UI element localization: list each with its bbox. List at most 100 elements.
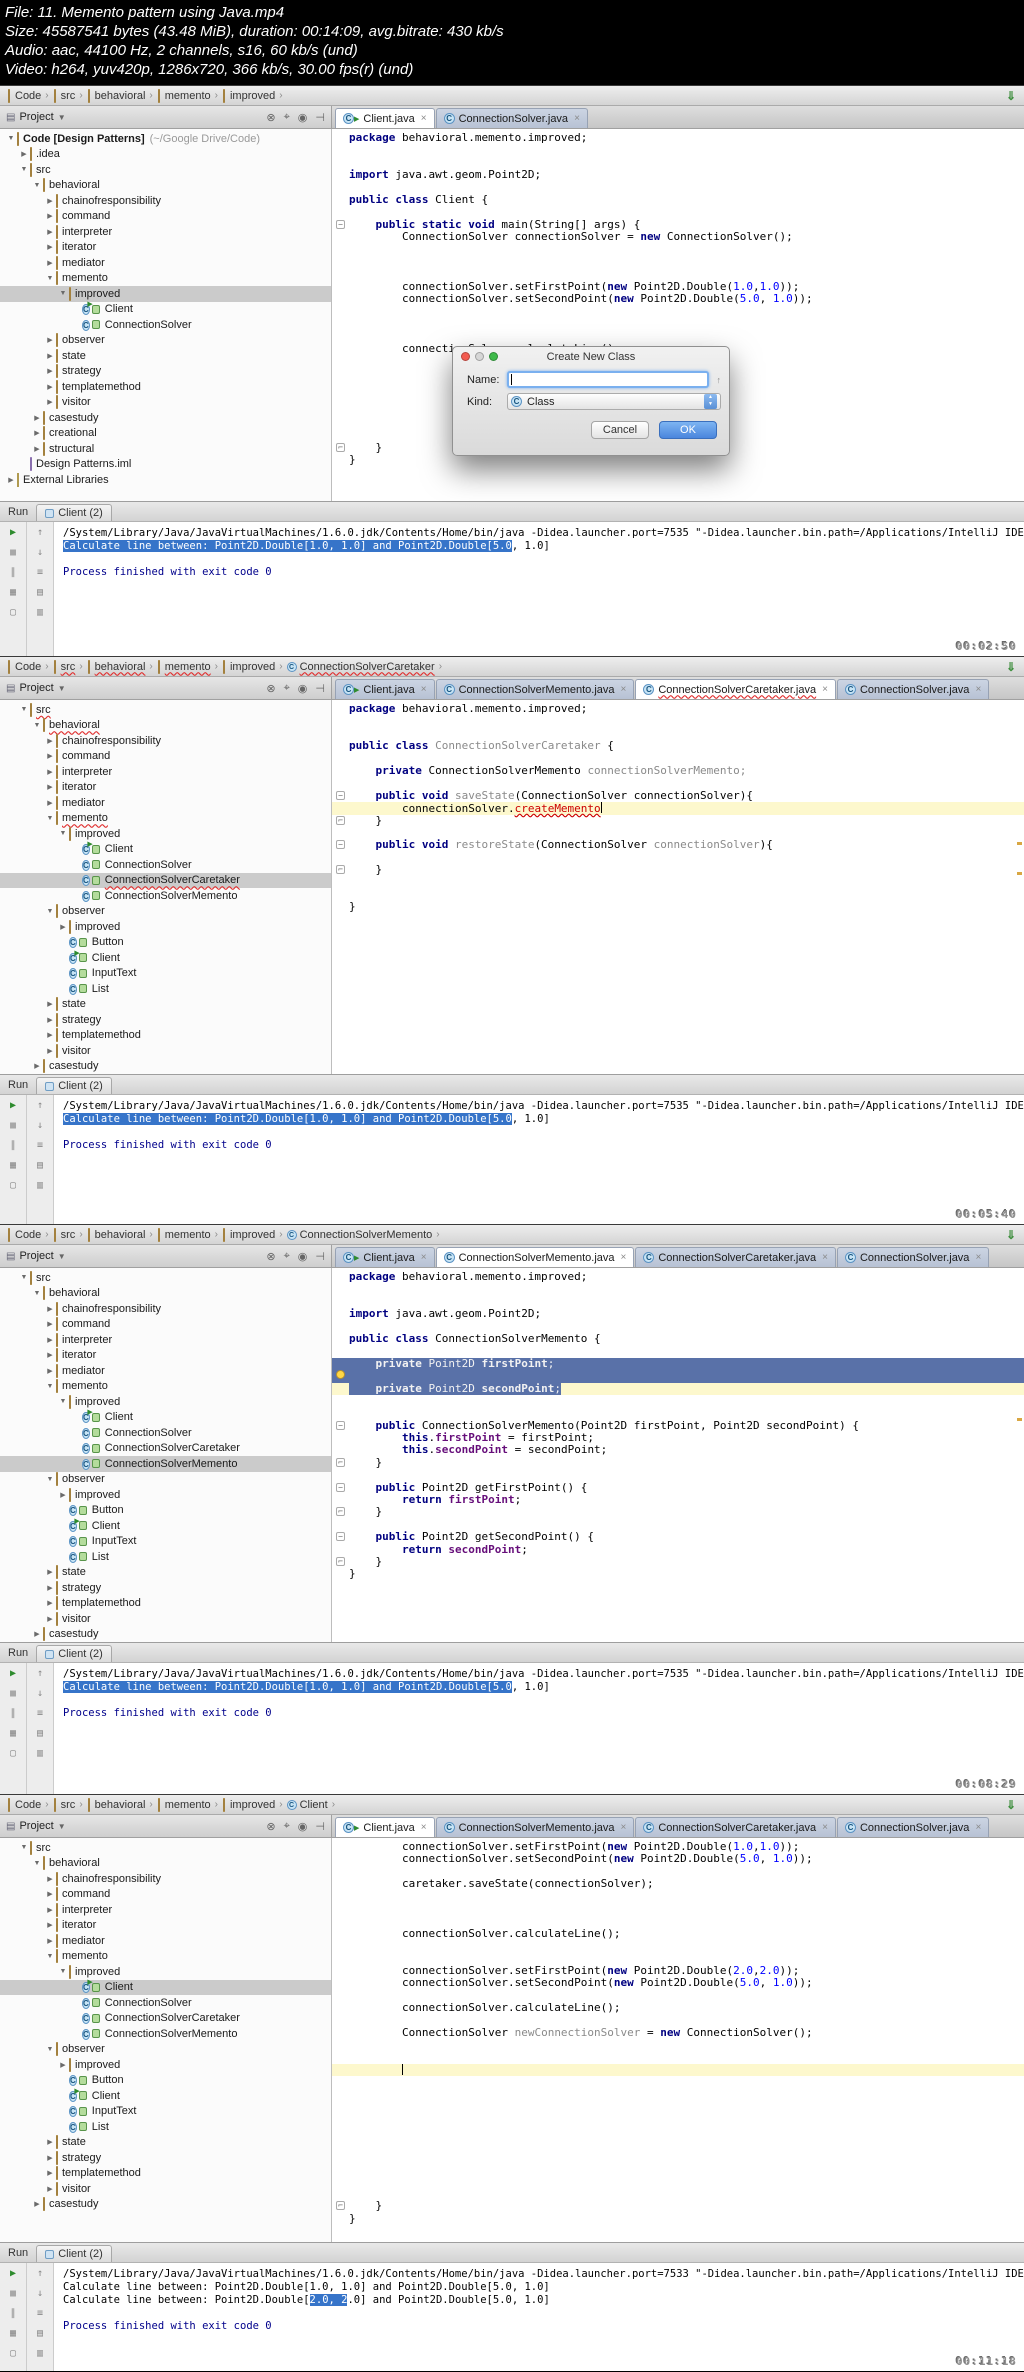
breadcrumb-item[interactable]: src: [53, 88, 75, 103]
tree-item[interactable]: C Button: [0, 1503, 331, 1519]
tree-item[interactable]: ▼ behavioral: [0, 1286, 331, 1302]
breadcrumb-item[interactable]: src: [53, 1227, 75, 1242]
close-tab-icon[interactable]: ×: [822, 1252, 828, 1263]
kind-select[interactable]: C Class ▲ ▼: [507, 393, 721, 410]
tree-expand-arrow[interactable]: ▼: [19, 1274, 29, 1281]
editor-tab[interactable]: C ▶ Client.java ×: [335, 679, 435, 699]
cancel-button[interactable]: Cancel: [591, 421, 649, 439]
close-tab-icon[interactable]: ×: [975, 1822, 981, 1833]
tree-item[interactable]: C InputText: [0, 2104, 331, 2120]
close-tab-icon[interactable]: ×: [421, 1822, 427, 1833]
tree-item[interactable]: ▶ casestudy: [0, 2197, 331, 2213]
breadcrumb-item[interactable]: Code: [7, 88, 41, 103]
tree-expand-arrow[interactable]: ▶: [45, 336, 55, 344]
tree-expand-arrow[interactable]: ▶: [45, 197, 55, 205]
scroll-to-end-button[interactable]: ▤: [37, 1160, 43, 1171]
code-editor[interactable]: package behavioral.memento.improved; impo…: [332, 1268, 1024, 1642]
editor-tab[interactable]: C ConnectionSolver.java ×: [836, 1247, 990, 1267]
tree-item[interactable]: ▶ state: [0, 2135, 331, 2151]
fold-marker[interactable]: −: [336, 1420, 345, 1430]
tree-item[interactable]: ▶ command: [0, 1887, 331, 1903]
run-button[interactable]: ▶: [10, 2268, 16, 2279]
fold-marker[interactable]: −: [336, 840, 345, 850]
tree-expand-arrow[interactable]: ▶: [45, 1599, 55, 1607]
tree-expand-arrow[interactable]: ▼: [6, 135, 16, 142]
breadcrumb-item[interactable]: improved: [222, 1797, 275, 1812]
collapse-all-icon[interactable]: ⊣: [315, 1250, 325, 1263]
tree-item[interactable]: C List: [0, 2119, 331, 2135]
stop-button[interactable]: ■: [10, 1120, 16, 1131]
soft-wrap-button[interactable]: ≡: [37, 1140, 43, 1151]
tree-item[interactable]: ▶ templatemethod: [0, 379, 331, 395]
tree-expand-arrow[interactable]: ▶: [45, 1016, 55, 1024]
tree-expand-arrow[interactable]: ▶: [45, 1000, 55, 1008]
settings-gear-icon[interactable]: ◉: [298, 1820, 308, 1833]
intention-bulb-icon[interactable]: [336, 1370, 345, 1380]
tree-expand-arrow[interactable]: ▶: [45, 2185, 55, 2193]
tree-item[interactable]: ▼ src: [0, 702, 331, 718]
tree-item[interactable]: ▶ chainofresponsibility: [0, 1301, 331, 1317]
stop-button[interactable]: ■: [10, 1688, 16, 1699]
fold-end-marker[interactable]: ⌐: [336, 865, 345, 875]
run-config-tab[interactable]: Client (2): [36, 1077, 112, 1094]
clear-all-button[interactable]: ▥: [37, 607, 43, 618]
breadcrumb-item[interactable]: behavioral: [87, 1227, 145, 1242]
tree-item[interactable]: ▶ iterator: [0, 1348, 331, 1364]
editor-tab[interactable]: C ConnectionSolverMemento.java ×: [435, 679, 635, 699]
close-window-icon[interactable]: [461, 352, 470, 361]
tree-item[interactable]: ▼ behavioral: [0, 178, 331, 194]
tree-item[interactable]: ▶ creational: [0, 426, 331, 442]
zoom-window-icon[interactable]: [489, 352, 498, 361]
tree-item[interactable]: C ▶ Client: [0, 1979, 331, 1995]
project-panel-header[interactable]: ▤ Project ▼ ⊗ ⌖ ◉ ⊣: [0, 1245, 332, 1267]
tree-item[interactable]: ▼ improved: [0, 1964, 331, 1980]
tree-expand-arrow[interactable]: ▶: [45, 1047, 55, 1055]
next-occurrence-button[interactable]: ↓: [37, 1688, 43, 1699]
tree-expand-arrow[interactable]: ▶: [45, 768, 55, 776]
clear-all-button[interactable]: ▥: [37, 1180, 43, 1191]
tree-item[interactable]: ▶ command: [0, 209, 331, 225]
breadcrumb-item[interactable]: improved: [222, 659, 275, 674]
tree-expand-arrow[interactable]: ▶: [45, 737, 55, 745]
tree-item[interactable]: ▶ visitor: [0, 2181, 331, 2197]
tree-item[interactable]: ▼ memento: [0, 271, 331, 287]
dock-window-icon[interactable]: ⇓: [1006, 1798, 1016, 1812]
tree-item[interactable]: ▶ command: [0, 1317, 331, 1333]
breadcrumb-item[interactable]: memento: [157, 1797, 211, 1812]
tree-item[interactable]: C List: [0, 981, 331, 997]
hide-panel-icon[interactable]: ⊗: [266, 111, 275, 124]
run-config-tab[interactable]: Client (2): [36, 2245, 112, 2262]
tree-item[interactable]: ▼ behavioral: [0, 1856, 331, 1872]
tree-item[interactable]: ▶ visitor: [0, 1611, 331, 1627]
tree-item[interactable]: C ConnectionSolverMemento: [0, 1456, 331, 1472]
editor-tab[interactable]: C ▶ Client.java ×: [335, 1247, 435, 1267]
tree-expand-arrow[interactable]: ▼: [19, 166, 29, 173]
console-output[interactable]: /System/Library/Java/JavaVirtualMachines…: [54, 1095, 1024, 1224]
tree-item[interactable]: ▼ memento: [0, 811, 331, 827]
tree-item[interactable]: ▼ observer: [0, 1472, 331, 1488]
close-console-button[interactable]: ▢: [10, 2348, 16, 2359]
tree-expand-arrow[interactable]: ▶: [45, 1568, 55, 1576]
layout-button[interactable]: ▦: [10, 587, 16, 598]
code-editor[interactable]: package behavioral.memento.improved; publ…: [332, 700, 1024, 1074]
recent-names-icon[interactable]: ↑: [717, 375, 722, 385]
tree-expand-arrow[interactable]: ▶: [45, 1031, 55, 1039]
tree-item[interactable]: Design Patterns.iml: [0, 457, 331, 473]
tree-item[interactable]: ▼ src: [0, 1840, 331, 1856]
tree-item[interactable]: ▶ chainofresponsibility: [0, 733, 331, 749]
tree-item[interactable]: ▶ chainofresponsibility: [0, 1871, 331, 1887]
tree-expand-arrow[interactable]: ▶: [45, 2154, 55, 2162]
tree-item[interactable]: ▶ iterator: [0, 240, 331, 256]
tree-item[interactable]: ▶ visitor: [0, 1043, 331, 1059]
tree-item[interactable]: ▼ observer: [0, 904, 331, 920]
breadcrumb-item[interactable]: src: [53, 659, 75, 674]
pause-output-button[interactable]: ∥: [11, 1708, 16, 1719]
tree-expand-arrow[interactable]: ▶: [45, 1336, 55, 1344]
breadcrumb-item[interactable]: C ConnectionSolverMemento: [286, 1229, 432, 1241]
tree-expand-arrow[interactable]: ▶: [45, 212, 55, 220]
ok-button[interactable]: OK: [659, 421, 717, 439]
tree-expand-arrow[interactable]: ▶: [32, 445, 42, 453]
tree-item[interactable]: ▶ improved: [0, 2057, 331, 2073]
prev-occurrence-button[interactable]: ↑: [37, 1668, 43, 1679]
tree-expand-arrow[interactable]: ▶: [45, 752, 55, 760]
